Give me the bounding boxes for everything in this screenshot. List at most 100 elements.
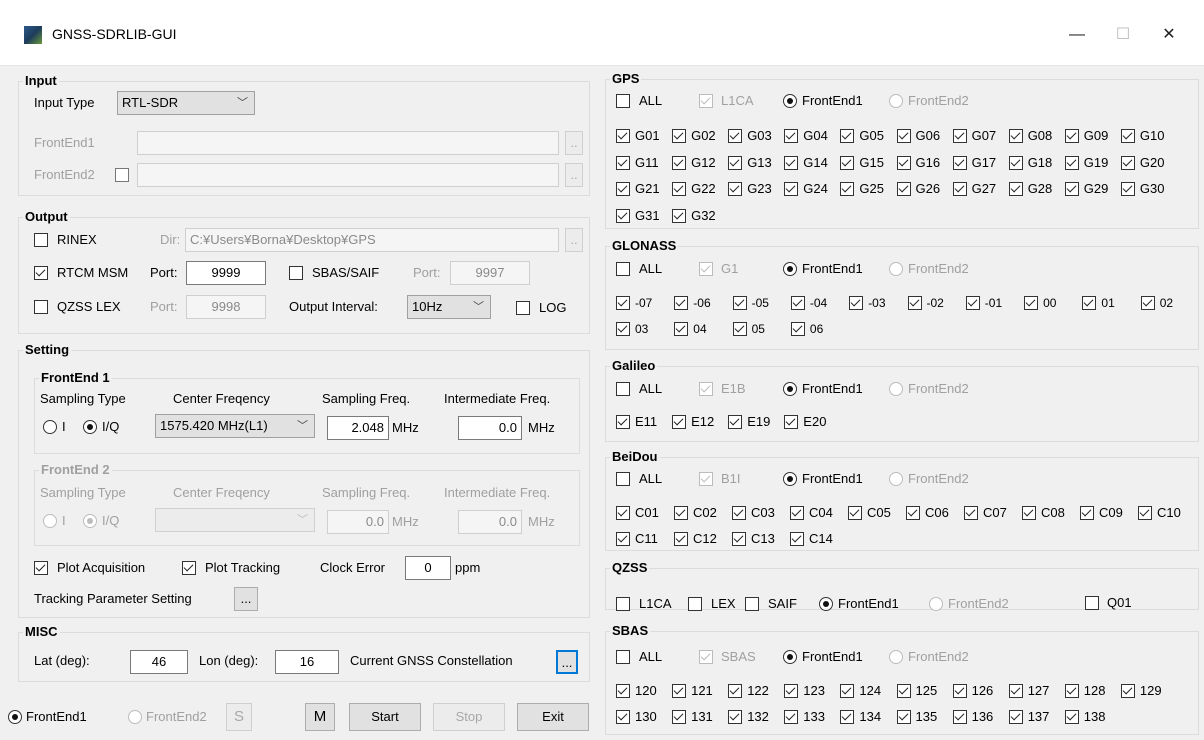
sbas-sat-checkbox[interactable] bbox=[952, 710, 967, 724]
maximize-button[interactable]: ☐ bbox=[1100, 20, 1146, 50]
glonass-sat-checkbox[interactable] bbox=[1024, 296, 1039, 310]
fe2-if-input[interactable]: 0.0 bbox=[458, 510, 522, 534]
fe1-i-radio[interactable] bbox=[43, 420, 57, 434]
glonass-sat-checkbox[interactable] bbox=[790, 322, 805, 336]
sbas-saif-checkbox[interactable] bbox=[289, 266, 303, 280]
sbas-sat-checkbox[interactable] bbox=[1120, 684, 1135, 698]
gps-sat-checkbox[interactable] bbox=[896, 182, 911, 196]
bottom-frontend1-radio[interactable] bbox=[8, 710, 22, 724]
clock-error-input[interactable]: 0 bbox=[405, 556, 451, 580]
gps-sat-checkbox[interactable] bbox=[840, 129, 855, 143]
input-type-select[interactable]: RTL-SDR ﹀ bbox=[117, 91, 255, 115]
glonass-sat-checkbox[interactable] bbox=[907, 296, 922, 310]
sbas-sat-checkbox[interactable] bbox=[1008, 684, 1023, 698]
qzss-q01-checkbox[interactable] bbox=[1085, 596, 1099, 610]
glonass-frontend1-radio[interactable] bbox=[783, 262, 797, 276]
output-interval-select[interactable]: 10Hz ﹀ bbox=[407, 295, 491, 319]
gps-sat-checkbox[interactable] bbox=[728, 129, 743, 143]
exit-button[interactable]: Exit bbox=[517, 703, 589, 731]
glonass-sat-checkbox[interactable] bbox=[965, 296, 980, 310]
gps-sat-checkbox[interactable] bbox=[1008, 155, 1023, 170]
galileo-sat-checkbox[interactable] bbox=[672, 415, 687, 429]
gps-sat-checkbox[interactable] bbox=[672, 208, 687, 223]
fe1-center-select[interactable]: 1575.420 MHz(L1) ﹀ bbox=[155, 414, 315, 438]
gps-all-checkbox[interactable] bbox=[616, 94, 630, 108]
gps-sat-checkbox[interactable] bbox=[952, 182, 967, 196]
glonass-frontend2-radio[interactable] bbox=[889, 262, 903, 276]
plot-tracking-checkbox[interactable] bbox=[182, 561, 196, 575]
m-button[interactable]: M bbox=[305, 703, 335, 731]
beidou-sat-checkbox[interactable] bbox=[790, 506, 804, 520]
sbas-signal-checkbox[interactable] bbox=[699, 650, 713, 664]
sbas-sat-checkbox[interactable] bbox=[1008, 710, 1023, 724]
glonass-sat-checkbox[interactable] bbox=[674, 322, 689, 336]
frontend2-browse-button[interactable]: .. bbox=[565, 163, 583, 187]
galileo-sat-checkbox[interactable] bbox=[784, 415, 799, 429]
sbas-port-input[interactable]: 9997 bbox=[450, 261, 530, 285]
gps-sat-checkbox[interactable] bbox=[672, 155, 687, 170]
sbas-sat-checkbox[interactable] bbox=[896, 710, 911, 724]
tracking-parameter-button[interactable]: ... bbox=[234, 587, 258, 611]
fe1-if-input[interactable]: 0.0 bbox=[458, 416, 522, 440]
sbas-frontend2-radio[interactable] bbox=[889, 650, 903, 664]
lat-input[interactable]: 46 bbox=[130, 650, 188, 674]
glonass-sat-checkbox[interactable] bbox=[1140, 296, 1155, 310]
qzss-lex-checkbox[interactable] bbox=[34, 300, 48, 314]
gps-sat-checkbox[interactable] bbox=[1064, 129, 1079, 143]
gps-signal-checkbox[interactable] bbox=[699, 94, 713, 108]
rtcm-port-input[interactable]: 9999 bbox=[186, 261, 266, 285]
gps-sat-checkbox[interactable] bbox=[728, 182, 743, 196]
galileo-all-checkbox[interactable] bbox=[616, 382, 630, 396]
glonass-sat-checkbox[interactable] bbox=[674, 296, 689, 310]
glonass-sat-checkbox[interactable] bbox=[1082, 296, 1097, 310]
gps-sat-checkbox[interactable] bbox=[672, 182, 687, 196]
galileo-sat-checkbox[interactable] bbox=[728, 415, 743, 429]
gps-sat-checkbox[interactable] bbox=[616, 208, 630, 223]
fe2-sampling-freq-input[interactable]: 0.0 bbox=[327, 510, 389, 534]
gps-sat-checkbox[interactable] bbox=[784, 155, 799, 170]
glonass-signal-checkbox[interactable] bbox=[699, 262, 713, 276]
gps-sat-checkbox[interactable] bbox=[784, 129, 799, 143]
beidou-sat-checkbox[interactable] bbox=[616, 506, 630, 520]
rtcm-checkbox[interactable] bbox=[34, 266, 48, 280]
fe1-sampling-freq-input[interactable]: 2.048 bbox=[327, 416, 389, 440]
gps-sat-checkbox[interactable] bbox=[784, 182, 799, 196]
gps-sat-checkbox[interactable] bbox=[616, 182, 630, 196]
rinex-checkbox[interactable] bbox=[34, 233, 48, 247]
fe2-iq-radio[interactable] bbox=[83, 514, 97, 528]
qzss-saif-checkbox[interactable] bbox=[745, 597, 759, 611]
lon-input[interactable]: 16 bbox=[275, 650, 339, 674]
galileo-frontend1-radio[interactable] bbox=[783, 382, 797, 396]
s-button[interactable]: S bbox=[226, 703, 252, 731]
gps-frontend1-radio[interactable] bbox=[783, 94, 797, 108]
sbas-sat-checkbox[interactable] bbox=[952, 684, 967, 698]
gps-sat-checkbox[interactable] bbox=[728, 155, 743, 170]
beidou-sat-checkbox[interactable] bbox=[906, 506, 920, 520]
glonass-sat-checkbox[interactable] bbox=[790, 296, 805, 310]
fe2-i-radio[interactable] bbox=[43, 514, 57, 528]
sbas-sat-checkbox[interactable] bbox=[1064, 684, 1079, 698]
sbas-sat-checkbox[interactable] bbox=[784, 710, 799, 724]
sbas-sat-checkbox[interactable] bbox=[784, 684, 799, 698]
gps-sat-checkbox[interactable] bbox=[616, 155, 630, 170]
gps-sat-checkbox[interactable] bbox=[1064, 182, 1079, 196]
beidou-sat-checkbox[interactable] bbox=[1138, 506, 1152, 520]
gps-sat-checkbox[interactable] bbox=[1008, 129, 1023, 143]
sbas-sat-checkbox[interactable] bbox=[616, 684, 630, 698]
beidou-sat-checkbox[interactable] bbox=[848, 506, 862, 520]
gps-sat-checkbox[interactable] bbox=[952, 129, 967, 143]
plot-acquisition-checkbox[interactable] bbox=[34, 561, 48, 575]
gps-sat-checkbox[interactable] bbox=[1120, 129, 1135, 143]
beidou-all-checkbox[interactable] bbox=[616, 472, 630, 486]
dir-browse-button[interactable]: .. bbox=[565, 228, 583, 252]
galileo-sat-checkbox[interactable] bbox=[616, 415, 630, 429]
galileo-frontend2-radio[interactable] bbox=[889, 382, 903, 396]
close-button[interactable]: ✕ bbox=[1146, 20, 1192, 50]
gps-sat-checkbox[interactable] bbox=[616, 129, 630, 143]
gps-sat-checkbox[interactable] bbox=[952, 155, 967, 170]
gps-sat-checkbox[interactable] bbox=[1120, 155, 1135, 170]
qzss-port-input[interactable]: 9998 bbox=[186, 295, 266, 319]
beidou-sat-checkbox[interactable] bbox=[964, 506, 978, 520]
qzss-frontend1-radio[interactable] bbox=[819, 597, 833, 611]
fe2-center-select[interactable]: ﹀ bbox=[155, 508, 315, 532]
